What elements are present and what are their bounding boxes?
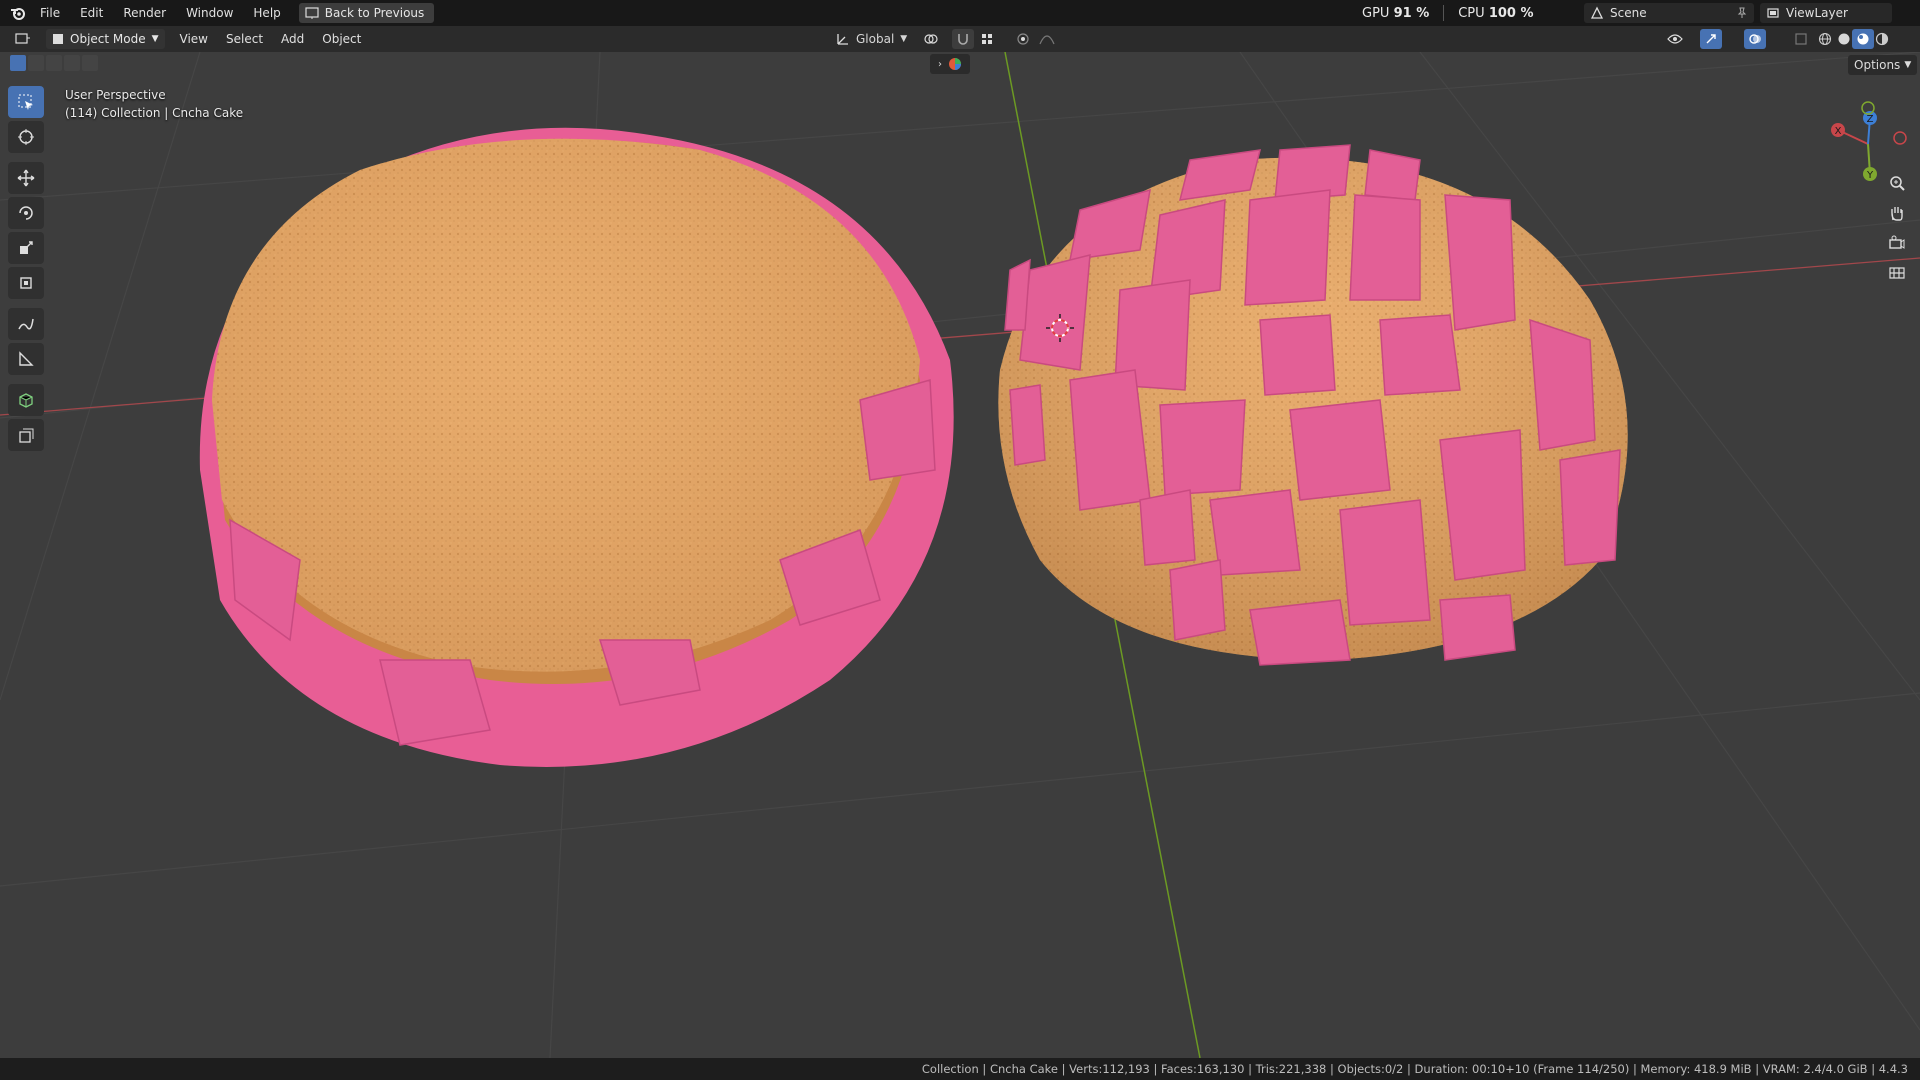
- back-to-previous-button[interactable]: Back to Previous: [298, 3, 435, 23]
- viewport-header: Object Mode ▼ View Select Add Object Glo…: [0, 26, 1920, 52]
- editor-type-icon[interactable]: [12, 29, 34, 49]
- gizmo-y-label: Y: [1866, 170, 1874, 181]
- xray-toggle-icon[interactable]: [1790, 29, 1812, 49]
- options-dropdown[interactable]: Options ▼: [1848, 55, 1918, 75]
- select-new-icon[interactable]: [10, 55, 26, 71]
- chevron-right-icon: ›: [938, 58, 942, 70]
- zoom-icon[interactable]: [1882, 170, 1912, 196]
- perspective-toggle-icon[interactable]: [1882, 260, 1912, 286]
- falloff-curve-icon[interactable]: [1036, 29, 1058, 49]
- gizmo-x-label: X: [1835, 126, 1842, 137]
- move-tool-icon[interactable]: [8, 162, 44, 194]
- select-subtract-icon[interactable]: [46, 55, 62, 71]
- view-layer-name: ViewLayer: [1786, 6, 1848, 20]
- chevron-down-icon: ▼: [151, 34, 159, 44]
- cursor-tool-icon[interactable]: [8, 121, 44, 153]
- measure-tool-icon[interactable]: [8, 343, 44, 375]
- scene-name: Scene: [1610, 6, 1647, 20]
- menu-select[interactable]: Select: [217, 26, 272, 52]
- viewport-perspective-label: User Perspective: [65, 88, 166, 102]
- cpu-label: CPU: [1458, 5, 1485, 21]
- transform-tool-icon[interactable]: [8, 267, 44, 299]
- pin-icon[interactable]: [1736, 7, 1748, 19]
- axis-orientation-icon: [837, 34, 848, 45]
- proportional-editing-icon[interactable]: [1012, 29, 1034, 49]
- menu-window[interactable]: Window: [176, 0, 243, 26]
- mode-selector[interactable]: Object Mode ▼: [46, 29, 165, 49]
- select-intersect-icon[interactable]: [82, 55, 98, 71]
- scene-icon: [1590, 6, 1604, 19]
- material-ball-icon: [949, 58, 961, 70]
- status-bar: Collection | Cncha Cake | Verts:112,193 …: [0, 1058, 1920, 1080]
- 3d-viewport[interactable]: User Perspective (114) Collection | Cnch…: [0, 52, 1920, 1058]
- menu-add[interactable]: Add: [272, 26, 313, 52]
- scene-selector[interactable]: Scene: [1584, 3, 1754, 23]
- overlays-toggle-icon[interactable]: [1744, 29, 1766, 49]
- tool-shelf: [8, 86, 46, 454]
- blender-logo-icon[interactable]: [6, 1, 30, 25]
- chevron-down-icon: ▼: [900, 34, 908, 44]
- stats-divider: [1443, 5, 1445, 21]
- visibility-eye-icon[interactable]: [1664, 29, 1686, 49]
- add-cube-tool-icon[interactable]: [8, 384, 44, 416]
- gpu-label: GPU: [1362, 5, 1390, 21]
- orientation-label: Global: [856, 32, 895, 46]
- menu-object[interactable]: Object: [313, 26, 370, 52]
- menu-edit[interactable]: Edit: [70, 0, 113, 26]
- select-extend-icon[interactable]: [28, 55, 44, 71]
- annotate-tool-icon[interactable]: [8, 308, 44, 340]
- options-label: Options: [1854, 58, 1901, 72]
- concha-cake-right[interactable]: [998, 144, 1628, 666]
- back-to-previous-label: Back to Previous: [324, 6, 425, 20]
- resource-stats: GPU 91 % CPU 100 %: [1362, 0, 1534, 26]
- cpu-value: 100 %: [1488, 5, 1534, 21]
- camera-view-icon[interactable]: [1882, 230, 1912, 256]
- viewport-scene[interactable]: [0, 52, 1920, 1058]
- object-mode-icon: [53, 34, 63, 44]
- snap-toggle-icon[interactable]: [952, 29, 974, 49]
- snap-target-icon[interactable]: [976, 29, 998, 49]
- gizmo-toggle-icon[interactable]: [1700, 29, 1722, 49]
- menu-file[interactable]: File: [30, 0, 70, 26]
- asset-shelf-toggle[interactable]: ›: [930, 54, 970, 74]
- viewport-collection-label: (114) Collection | Cncha Cake: [65, 106, 244, 120]
- select-invert-icon[interactable]: [64, 55, 80, 71]
- transform-orientation-selector[interactable]: Global ▼: [836, 29, 907, 49]
- view-layer-icon: [1767, 8, 1779, 18]
- scene-statistics: Collection | Cncha Cake | Verts:112,193 …: [921, 1062, 1908, 1076]
- pan-hand-icon[interactable]: [1882, 200, 1912, 226]
- concha-cake-left[interactable]: [199, 127, 954, 767]
- rotate-tool-icon[interactable]: [8, 197, 44, 229]
- pivot-point-icon[interactable]: [920, 29, 942, 49]
- selection-mode-buttons: [10, 55, 98, 71]
- back-screen-icon: [305, 7, 319, 19]
- select-box-tool-icon[interactable]: [8, 86, 44, 118]
- rendered-shading-icon[interactable]: [1871, 29, 1893, 49]
- extrude-tool-icon[interactable]: [8, 419, 44, 451]
- scale-tool-icon[interactable]: [8, 232, 44, 264]
- view-layer-selector[interactable]: ViewLayer: [1760, 3, 1892, 23]
- gpu-value: 91 %: [1393, 5, 1430, 21]
- menu-view[interactable]: View: [171, 26, 217, 52]
- gizmo-z-label: Z: [1867, 114, 1874, 125]
- chevron-down-icon: ▼: [1904, 60, 1912, 70]
- menu-render[interactable]: Render: [113, 0, 176, 26]
- mode-label: Object Mode: [70, 32, 146, 46]
- menu-help[interactable]: Help: [243, 0, 290, 26]
